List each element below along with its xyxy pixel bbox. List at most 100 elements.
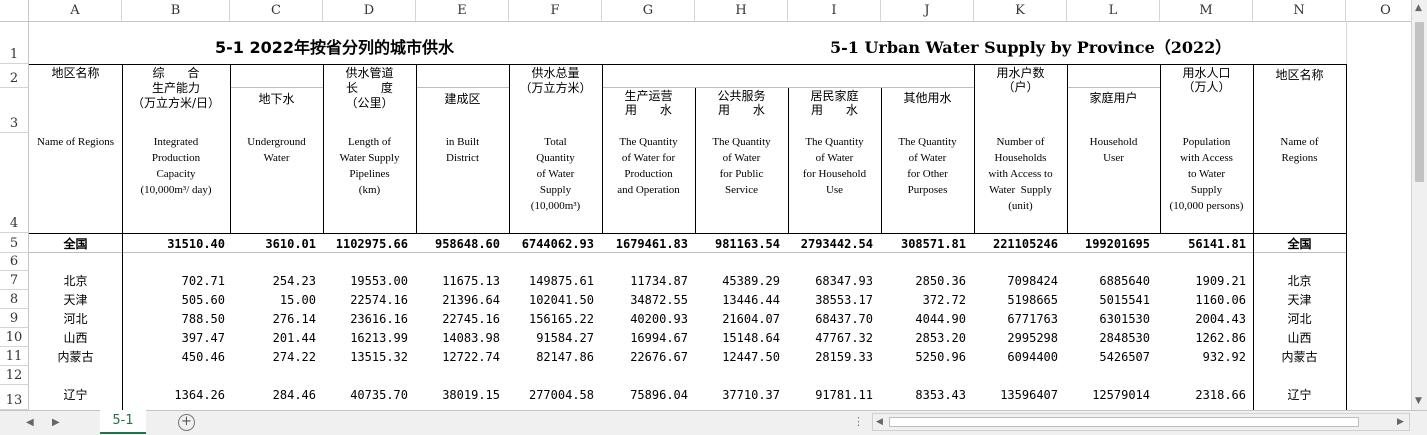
header-underground-en: Underground Water: [247, 136, 306, 164]
header-population-cn: 用水人口 （万人）: [1182, 66, 1231, 94]
sub-header-line: [416, 87, 509, 88]
row-region-name: 内蒙古: [57, 350, 94, 364]
header-production-en: The Quantity of Water for Production and…: [617, 136, 680, 196]
row-header-12[interactable]: 12: [0, 366, 29, 385]
sub-header-line: [1067, 87, 1160, 88]
vertical-scroll-thumb[interactable]: [1415, 22, 1424, 182]
column-header-g[interactable]: G: [602, 0, 695, 21]
row-header-3[interactable]: 3: [0, 88, 29, 133]
header-household-user-en: Household User: [1089, 136, 1138, 164]
data-cell[interactable]: 5426507: [1040, 349, 1150, 366]
column-header-b[interactable]: B: [122, 0, 230, 21]
header-public-en: The Quantity of Water for Public Service: [712, 136, 771, 196]
sheet-tab-5-1[interactable]: 5-1: [100, 410, 146, 434]
row-header-9[interactable]: 9: [0, 309, 29, 328]
sheet-tab-bar: ◀ ▶ 5-1 + ⋮ ◀ ▶: [0, 410, 1427, 435]
data-cell[interactable]: 1160.06: [1136, 292, 1246, 309]
data-cell[interactable]: 1909.21: [1136, 273, 1246, 290]
column-header-m[interactable]: M: [1160, 0, 1253, 21]
data-cell[interactable]: 932.92: [1136, 349, 1246, 366]
select-all-corner[interactable]: [0, 0, 29, 21]
row-region-name-right: 辽宁: [1287, 388, 1312, 402]
row-region-name-right: 内蒙古: [1281, 350, 1318, 364]
data-cell[interactable]: 6301530: [1040, 311, 1150, 328]
row-header-13[interactable]: 13: [0, 385, 29, 410]
header-total-cn: 供水总量 （万立方米）: [519, 66, 592, 95]
header-total-en: Total Quantity of Water Supply (10,000m³…: [530, 136, 581, 212]
row-region-name: 全国: [63, 237, 88, 251]
vertical-scrollbar[interactable]: ▲ ▼: [1411, 0, 1427, 410]
column-border: [1346, 64, 1347, 410]
header-households-en: Number of Households with Access to Wate…: [988, 136, 1053, 212]
data-cell[interactable]: 12579014: [1040, 387, 1150, 404]
header-other-en: The Quantity of Water for Other Purposes: [898, 136, 957, 196]
header-population-en: Population with Access to Water Supply (…: [1169, 136, 1244, 212]
row-region-name: 河北: [63, 312, 88, 326]
row-region-name: 辽宁: [63, 388, 88, 402]
column-header-i[interactable]: I: [788, 0, 881, 21]
row-header-5[interactable]: 5: [0, 233, 29, 253]
column-header-l[interactable]: L: [1067, 0, 1160, 21]
column-header-o[interactable]: O: [1346, 0, 1411, 21]
tab-scroll-left-icon[interactable]: ◀: [26, 417, 34, 428]
header-underground-cn: 地下水: [258, 92, 295, 106]
horizontal-scroll-thumb[interactable]: [889, 417, 1359, 427]
row-header-1[interactable]: 1: [0, 21, 29, 64]
scroll-left-icon[interactable]: ◀: [876, 417, 883, 427]
data-cell[interactable]: 2848530: [1040, 330, 1150, 347]
column-header-c[interactable]: C: [230, 0, 323, 21]
row-header-6[interactable]: 6: [0, 253, 29, 271]
row-region-name-right: 山西: [1287, 331, 1312, 345]
row-header-8[interactable]: 8: [0, 290, 29, 309]
header-production-cn: 生产运营 用 水: [624, 89, 673, 117]
data-cell[interactable]: 6885640: [1040, 273, 1150, 290]
header-region-en: Name of Regions: [37, 136, 114, 148]
header-pipe-en: Length of Water Supply Pipelines (km): [339, 136, 400, 196]
data-cell[interactable]: 5015541: [1040, 292, 1150, 309]
header-other-cn: 其他用水: [903, 91, 952, 105]
header-household-cn: 居民家庭 用 水: [810, 89, 859, 117]
column-header-e[interactable]: E: [416, 0, 509, 21]
row-header-10[interactable]: 10: [0, 328, 29, 347]
data-cell[interactable]: 2318.66: [1136, 387, 1246, 404]
data-cell[interactable]: 2004.43: [1136, 311, 1246, 328]
data-cell[interactable]: 1262.86: [1136, 330, 1246, 347]
horizontal-scrollbar[interactable]: ◀ ▶: [872, 413, 1410, 431]
header-built-en: in Built District: [445, 136, 480, 164]
sub-header-line: [230, 87, 323, 88]
row-region-name-right: 天津: [1287, 293, 1312, 307]
add-sheet-icon[interactable]: +: [178, 414, 195, 431]
column-header-h[interactable]: H: [695, 0, 788, 21]
split-handle-icon[interactable]: ⋮: [853, 415, 864, 428]
column-header-a[interactable]: A: [29, 0, 122, 21]
tab-scroll-right-icon[interactable]: ▶: [52, 417, 60, 428]
row-header-11[interactable]: 11: [0, 347, 29, 366]
data-cell[interactable]: 199201695: [1040, 235, 1150, 253]
row-region-name-right: 河北: [1287, 312, 1312, 326]
column-header-f[interactable]: F: [509, 0, 602, 21]
row-header-7[interactable]: 7: [0, 271, 29, 290]
header-pipe-cn: 供水管道 长 度 （公里）: [345, 66, 394, 110]
column-header-k[interactable]: K: [974, 0, 1067, 21]
scroll-down-icon[interactable]: ▼: [1415, 396, 1422, 406]
row-region-name: 山西: [63, 331, 88, 345]
spreadsheet-grid[interactable]: A B C D E F G H I J K L M N O 1 2 3 4 5 …: [0, 0, 1411, 410]
header-households-cn: 用水户数 （户）: [996, 66, 1045, 94]
row-header-4[interactable]: 4: [0, 133, 29, 233]
title-cn: 5-1 2022年按省分列的城市供水: [215, 38, 455, 57]
table-top-border: [29, 64, 1346, 65]
row-region-name-right: 全国: [1287, 237, 1312, 251]
header-household-en: The Quantity of Water for Household Use: [802, 136, 867, 196]
scroll-up-icon[interactable]: ▲: [1415, 3, 1422, 13]
data-cell[interactable]: 56141.81: [1136, 235, 1246, 253]
row-region-name: 北京: [63, 274, 88, 288]
column-header-j[interactable]: J: [881, 0, 974, 21]
title-en: 5-1 Urban Water Supply by Province（2022）: [830, 38, 1232, 57]
header-region2-en: Name of Regions: [1280, 136, 1319, 164]
row-region-name-right: 北京: [1287, 274, 1312, 288]
row-header-2[interactable]: 2: [0, 64, 29, 88]
header-region2-cn: 地区名称: [1275, 68, 1324, 82]
scroll-right-icon[interactable]: ▶: [1397, 417, 1404, 427]
column-header-n[interactable]: N: [1253, 0, 1346, 21]
column-header-d[interactable]: D: [323, 0, 416, 21]
